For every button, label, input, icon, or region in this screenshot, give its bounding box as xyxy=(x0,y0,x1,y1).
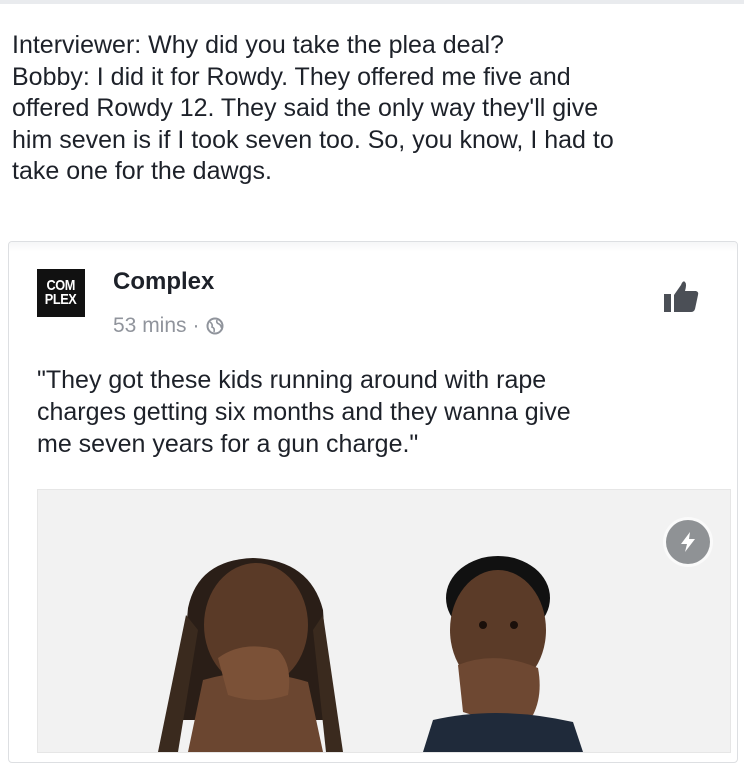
complex-logo[interactable]: COM PLEX xyxy=(37,269,85,317)
shared-post-card[interactable]: COM PLEX Complex 53 mins · "They got the… xyxy=(8,241,738,763)
logo-text: PLEX xyxy=(45,291,77,308)
status-line: Bobby: I did it for Rowdy. They offered … xyxy=(12,62,571,91)
page-name-link[interactable]: Complex xyxy=(113,268,214,296)
globe-icon xyxy=(206,317,224,335)
meta-separator: · xyxy=(192,314,200,337)
status-line: offered Rowdy 12. They said the only way… xyxy=(12,94,599,122)
post-quote: "They got these kids running around with… xyxy=(37,364,717,460)
top-border xyxy=(0,0,744,4)
post-meta: 53 mins · xyxy=(113,314,224,338)
status-line: Interviewer: Why did you take the plea d… xyxy=(12,31,504,59)
photo-illustration xyxy=(38,490,730,752)
status-text: Interviewer: Why did you take the plea d… xyxy=(12,30,737,188)
instant-article-badge xyxy=(666,520,710,564)
status-line: take one for the dawgs. xyxy=(12,157,272,185)
thumbs-up-icon[interactable] xyxy=(661,276,701,316)
card-top-shade xyxy=(9,242,737,252)
post-photo[interactable] xyxy=(37,489,731,753)
timestamp-link[interactable]: 53 mins xyxy=(113,314,187,338)
lightning-bolt-icon xyxy=(681,532,695,552)
quote-line: me seven years for a gun charge." xyxy=(37,430,419,458)
quote-line: "They got these kids running around with… xyxy=(37,366,547,394)
status-line: him seven is if I took seven too. So, yo… xyxy=(12,125,614,154)
quote-line: charges getting six months and they wann… xyxy=(37,398,571,426)
